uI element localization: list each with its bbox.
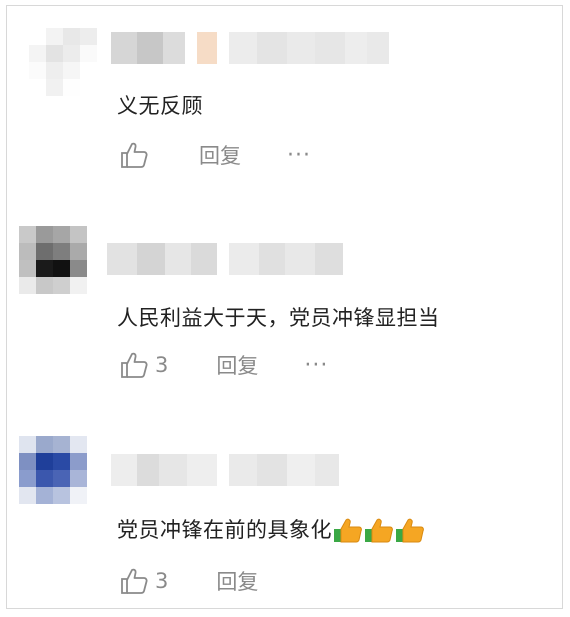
comment-text: 党员冲锋在前的具象化 <box>117 514 425 544</box>
username-blurred[interactable] <box>107 243 343 275</box>
more-options-button[interactable]: ··· <box>287 143 311 168</box>
comment-text: 人民利益大于天，党员冲锋显担当 <box>117 306 440 330</box>
avatar[interactable] <box>29 28 97 96</box>
username-blurred[interactable] <box>111 454 339 486</box>
comment-actions: 3 回复 <box>119 566 258 596</box>
reply-button[interactable]: 回复 <box>216 566 258 596</box>
reply-button[interactable]: 回复 <box>216 350 258 380</box>
thumbs-up-icon <box>121 142 148 168</box>
like-button[interactable]: 3 <box>119 567 168 595</box>
avatar[interactable] <box>19 436 89 506</box>
comment-text-content: 党员冲锋在前的具象化 <box>117 518 332 542</box>
thumbs-up-icon <box>121 568 148 594</box>
reply-button[interactable]: 回复 <box>199 140 241 170</box>
comment-text: 义无反顾 <box>117 94 203 118</box>
like-count: 3 <box>155 569 169 593</box>
comment-list: 义无反顾 回复 ··· 人民利益大于天，党员冲锋显担当 3 回复 ··· 党员冲… <box>6 5 563 609</box>
like-button[interactable]: 3 <box>119 351 168 379</box>
thumbs-up-emoji-icon <box>396 518 424 543</box>
avatar[interactable] <box>19 226 89 296</box>
thumbs-up-emoji-icon <box>365 518 393 543</box>
like-button[interactable] <box>119 141 149 169</box>
thumbs-up-emoji-icon <box>334 518 362 543</box>
comment-actions: 3 回复 ··· <box>119 350 328 380</box>
comment-actions: 回复 ··· <box>119 140 311 170</box>
thumbs-up-icon <box>121 352 148 378</box>
like-count: 3 <box>155 353 169 377</box>
username-blurred[interactable] <box>111 32 389 64</box>
more-options-button[interactable]: ··· <box>304 353 328 378</box>
